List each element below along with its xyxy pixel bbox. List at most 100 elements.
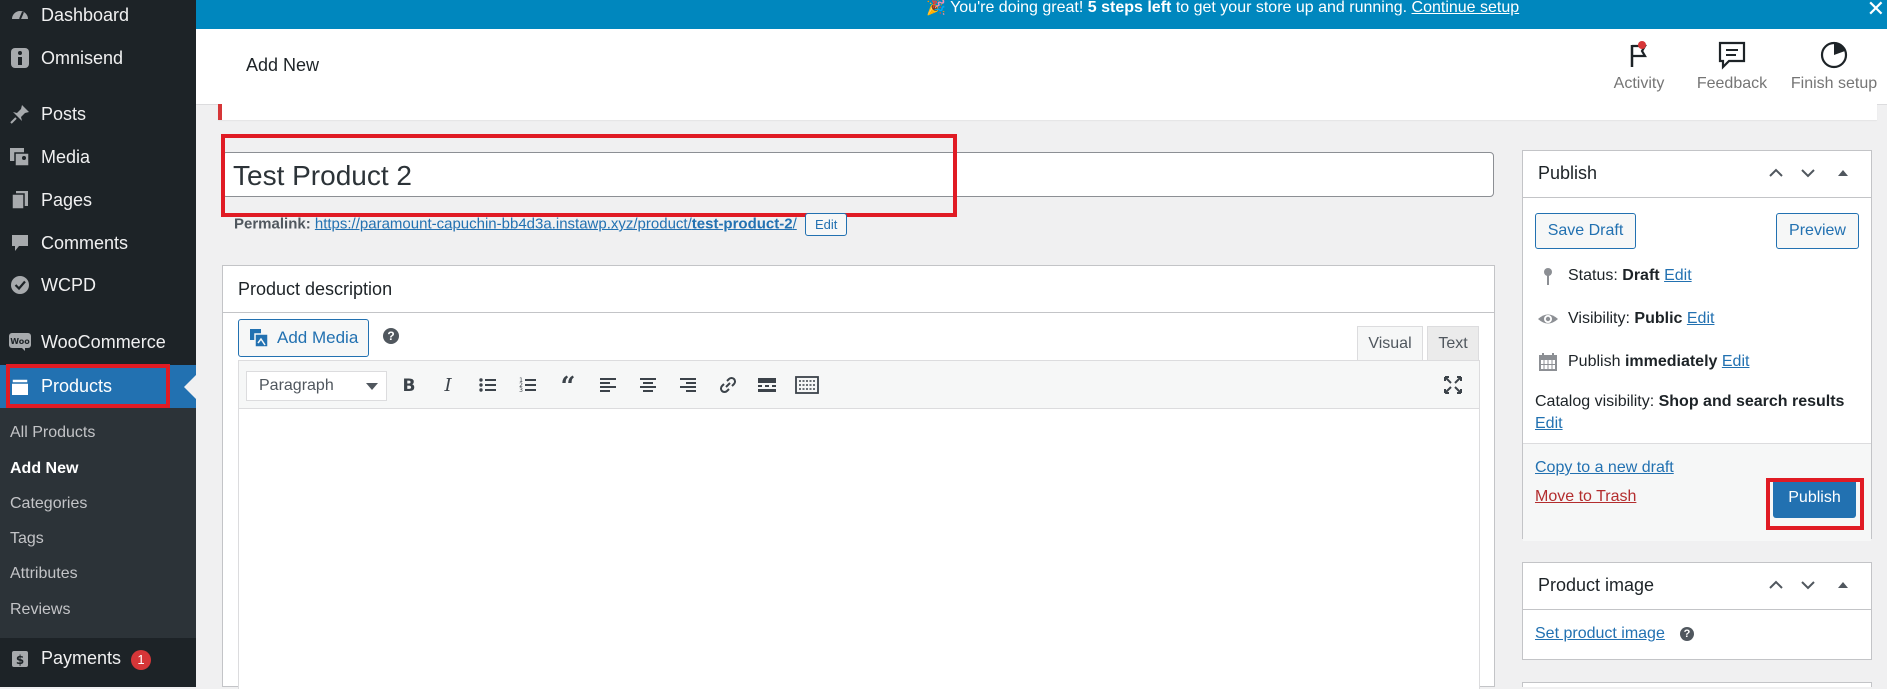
align-center-icon[interactable]	[633, 370, 663, 400]
menu-omnisend-label: Omnisend	[41, 47, 124, 68]
permalink-base: https://paramount-capuchin-bb4d3a.instaw…	[314, 215, 692, 233]
menu-posts-label: Posts	[41, 103, 87, 124]
page-title: Add New	[246, 55, 320, 75]
italic-icon[interactable]: I	[433, 370, 463, 400]
notice-steps-left: 5 steps left	[1087, 0, 1172, 16]
partially-hidden-notice	[218, 104, 1877, 120]
menu-omnisend[interactable]: Omnisend	[0, 38, 196, 78]
menu-payments[interactable]: $ Payments 1	[0, 639, 196, 679]
payments-icon: $	[8, 647, 32, 671]
publish-box-header: Publish	[1523, 151, 1871, 198]
progress-icon	[1818, 39, 1850, 71]
status-value: Draft	[1622, 267, 1660, 284]
pin-icon	[1537, 265, 1559, 287]
products-highlight	[6, 364, 170, 408]
bullet-list-icon[interactable]	[473, 370, 503, 400]
menu-media[interactable]: Media	[0, 137, 196, 177]
submenu-all-products[interactable]: All Products	[10, 424, 95, 442]
tab-text[interactable]: Text	[1427, 326, 1479, 360]
status-edit-link[interactable]: Edit	[1664, 267, 1692, 285]
admin-sidebar: Dashboard Omnisend Posts Media Pages Com…	[0, 0, 196, 687]
svg-text:Woo: Woo	[10, 337, 30, 346]
activity-button[interactable]: Activity	[1604, 39, 1674, 93]
toolbar-toggle-icon[interactable]	[792, 370, 822, 400]
preview-button[interactable]: Preview	[1776, 213, 1859, 249]
align-left-icon[interactable]	[593, 370, 623, 400]
add-media-icon	[247, 326, 271, 350]
align-right-icon[interactable]	[673, 370, 703, 400]
tab-visual[interactable]: Visual	[1357, 326, 1423, 360]
chevron-down-icon[interactable]	[1798, 163, 1818, 183]
products-submenu: All Products Add New Categories Tags Att…	[0, 408, 196, 638]
save-draft-button[interactable]: Save Draft	[1535, 213, 1636, 249]
editor-content-area[interactable]	[238, 409, 1480, 689]
svg-text:“: “	[561, 375, 576, 395]
catalog-visibility-edit-link[interactable]: Edit	[1535, 415, 1563, 433]
catalog-visibility-row: Catalog visibility: Shop and search resu…	[1535, 393, 1844, 411]
menu-dashboard-label: Dashboard	[41, 4, 130, 25]
chevron-down-icon	[366, 383, 378, 390]
chevron-up-icon[interactable]	[1766, 575, 1786, 595]
editor-toolbar: Paragraph B I 123 “	[238, 360, 1480, 409]
product-image-header: Product image	[1523, 563, 1871, 610]
menu-posts[interactable]: Posts	[0, 94, 196, 134]
check-circle-icon	[8, 273, 32, 297]
product-image-box: Product image Set product image ?	[1522, 562, 1872, 660]
chevron-down-icon[interactable]	[1798, 575, 1818, 595]
menu-dashboard[interactable]: Dashboard	[0, 0, 196, 35]
submenu-add-new[interactable]: Add New	[10, 460, 78, 478]
notice-text-before: You're doing great!	[950, 0, 1084, 16]
help-icon[interactable]: ?	[383, 328, 399, 344]
status-label: Status:	[1568, 267, 1618, 284]
bold-icon[interactable]: B	[394, 370, 424, 400]
party-emoji: 🎉	[926, 0, 946, 16]
chevron-up-icon[interactable]	[1766, 163, 1786, 183]
fullscreen-icon[interactable]	[1438, 370, 1468, 400]
publish-box-title: Publish	[1538, 163, 1598, 183]
description-header: Product description	[223, 266, 1494, 313]
move-to-trash-link[interactable]: Move to Trash	[1535, 488, 1636, 506]
close-icon[interactable]: ✕	[1867, 0, 1885, 22]
submenu-tags[interactable]: Tags	[10, 530, 44, 548]
submenu-attributes[interactable]: Attributes	[10, 565, 78, 583]
next-box-edge	[1522, 682, 1872, 687]
submenu-categories[interactable]: Categories	[10, 495, 87, 513]
continue-setup-link[interactable]: Continue setup	[1412, 0, 1520, 16]
copy-to-draft-link[interactable]: Copy to a new draft	[1535, 459, 1674, 477]
permalink-link[interactable]: https://paramount-capuchin-bb4d3a.instaw…	[315, 215, 797, 232]
permalink-label: Permalink:	[234, 215, 311, 233]
svg-text:B: B	[403, 376, 416, 394]
permalink-edit-button[interactable]: Edit	[804, 213, 848, 236]
menu-pages[interactable]: Pages	[0, 180, 196, 220]
svg-text:$: $	[16, 653, 24, 667]
comments-icon	[8, 231, 32, 255]
link-icon[interactable]	[713, 370, 743, 400]
notice-text-after: to get your store up and running.	[1175, 0, 1408, 16]
numbered-list-icon[interactable]: 123	[513, 370, 543, 400]
set-product-image-link[interactable]: Set product image	[1535, 625, 1665, 643]
format-select[interactable]: Paragraph	[246, 371, 387, 401]
calendar-icon	[1537, 351, 1559, 373]
feedback-label: Feedback	[1696, 75, 1768, 92]
collapse-toggle-icon[interactable]	[1833, 163, 1853, 183]
blockquote-icon[interactable]: “	[553, 370, 583, 400]
collapse-toggle-icon[interactable]	[1833, 575, 1853, 595]
submenu-reviews[interactable]: Reviews	[10, 601, 70, 619]
finish-setup-button[interactable]: Finish setup	[1789, 39, 1879, 93]
menu-woocommerce[interactable]: Woo WooCommerce	[0, 322, 196, 362]
read-more-icon[interactable]	[752, 370, 782, 400]
menu-media-label: Media	[41, 146, 91, 167]
woo-icon: Woo	[8, 330, 32, 354]
description-title: Product description	[238, 279, 393, 299]
publish-date-value: immediately	[1624, 353, 1718, 370]
activity-label: Activity	[1613, 75, 1665, 92]
help-icon[interactable]: ?	[1680, 627, 1694, 641]
menu-wcpd[interactable]: WCPD	[0, 265, 196, 305]
page-header: Add New Activity Feedback Finish setup	[196, 29, 1887, 105]
visibility-edit-link[interactable]: Edit	[1687, 310, 1715, 328]
add-media-button[interactable]: Add Media	[238, 319, 370, 357]
publish-date-edit-link[interactable]: Edit	[1722, 353, 1750, 371]
feedback-button[interactable]: Feedback	[1692, 39, 1772, 93]
setup-notice-bar: 🎉 You're doing great! 5 steps left to ge…	[196, 0, 1887, 29]
menu-comments[interactable]: Comments	[0, 223, 196, 263]
